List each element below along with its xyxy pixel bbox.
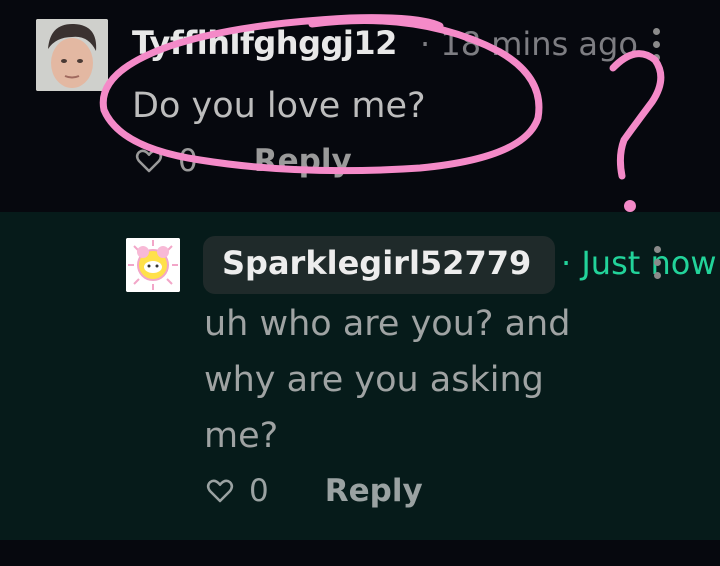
reply-button[interactable]: Reply [325,473,423,509]
like-count: 0 [249,473,269,509]
reply-button[interactable]: Reply [254,143,352,179]
comment-actions: 0 Reply [134,143,352,179]
comment-actions: 0 Reply [205,473,423,509]
heart-icon[interactable] [134,146,164,176]
comment-text: uh who are you? and why are you asking m… [204,304,571,456]
comment-timestamp: · 18 mins ago [420,25,638,63]
comment-text: Do you love me? [132,86,426,126]
comment-username[interactable]: Sparklegirl52779 [222,244,531,282]
user-avatar[interactable] [126,238,180,292]
comment-timestamp: · Just now [561,244,717,282]
more-options-icon[interactable] [653,28,661,67]
comment-username[interactable]: Tyfflhlfghggj12 [132,24,397,62]
more-options-icon[interactable] [654,246,662,285]
avatar-cartoon-icon [126,238,180,292]
like-count: 0 [178,143,198,179]
comment-1: Tyfflhlfghggj12 · 18 mins ago Do you lov… [0,0,720,212]
bottom-strip [0,540,720,566]
heart-icon[interactable] [205,476,235,506]
avatar-photo-icon [36,19,108,91]
user-avatar[interactable] [36,19,108,91]
